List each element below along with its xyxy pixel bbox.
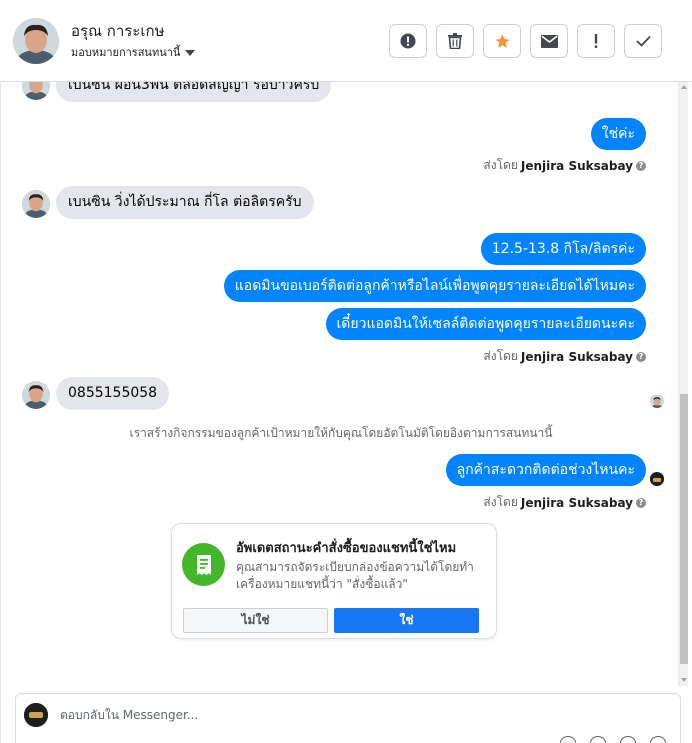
emoji-icon[interactable]	[560, 736, 576, 743]
order-status-card: อัพเดตสถานะคำสั่งซื้อของแชทนี้ใช่ไหม คุณ…	[171, 523, 497, 639]
assign-label: มอบหมายการสนทนานี้	[71, 46, 181, 59]
sent-by-label: ส่งโดย Jenjira Suksabay ?	[483, 156, 646, 175]
help-icon[interactable]: ?	[636, 497, 646, 508]
sender-avatar	[22, 82, 50, 100]
page-avatar	[24, 703, 48, 727]
trash-icon	[448, 33, 462, 49]
sent-by-prefix: ส่งโดย	[483, 349, 518, 363]
sender-name: Jenjira Suksabay	[520, 349, 633, 364]
mark-unread-button[interactable]	[530, 24, 568, 58]
system-note: เราสร้างกิจกรรมของลูกค้าเป้าหมายให้กับคุ…	[129, 426, 553, 440]
incoming-message: 0855155058	[56, 377, 170, 410]
page-avatar	[650, 472, 664, 486]
contact-name: อรุณ การะเกษ	[71, 22, 165, 40]
star-icon	[494, 33, 510, 48]
incoming-message: เบนซิน ผ่อน3พัน ตลอดสัญญา รอบาวครับ	[56, 82, 332, 102]
check-icon	[635, 35, 651, 47]
sent-by-prefix: ส่งโดย	[483, 495, 518, 509]
assign-conversation-dropdown[interactable]: มอบหมายการสนทนานี้	[71, 43, 196, 61]
outgoing-message: ใช่ค่ะ	[590, 118, 646, 150]
seen-indicator-avatar	[650, 394, 664, 408]
spam-icon	[400, 33, 416, 49]
follow-up-button[interactable]	[577, 24, 615, 58]
card-title: อัพเดตสถานะคำสั่งซื้อของแชทนี้ใช่ไหม	[236, 541, 457, 556]
scroll-up-arrow-icon[interactable]	[681, 85, 687, 89]
image-icon[interactable]	[620, 736, 636, 743]
composer-area: ตอบกลับใน Messenger...	[0, 686, 692, 743]
sticker-icon[interactable]	[650, 736, 666, 743]
sent-by-label: ส่งโดย Jenjira Suksabay ?	[483, 493, 646, 512]
card-description: คุณสามารถจัดระเบียบกล่องข้อความได้โดยทำเ…	[236, 560, 474, 591]
outgoing-message: ลูกค้าสะดวกติดต่อช่วงไหนคะ	[445, 454, 646, 486]
reply-input[interactable]: ตอบกลับใน Messenger...	[60, 706, 198, 725]
sender-avatar	[22, 190, 50, 218]
help-icon[interactable]: ?	[636, 160, 646, 171]
attachment-icon[interactable]	[590, 736, 606, 743]
sender-name: Jenjira Suksabay	[520, 495, 633, 510]
scroll-down-arrow-icon[interactable]	[681, 678, 687, 682]
reply-composer[interactable]: ตอบกลับใน Messenger...	[15, 693, 681, 743]
scroll-thumb[interactable]	[680, 394, 688, 664]
incoming-message: เบนซิน วิ่งได้ประมาณ กี่โล ต่อลิตรครับ	[56, 186, 314, 219]
composer-tools	[560, 736, 666, 743]
receipt-icon	[182, 543, 225, 586]
exclamation-icon	[594, 34, 598, 48]
message-thread: เบนซิน ผ่อน3พัน ตลอดสัญญา รอบาวครับ ใช่ค…	[0, 82, 692, 686]
mail-icon	[540, 34, 558, 48]
delete-button[interactable]	[436, 24, 474, 58]
sent-by-label: ส่งโดย Jenjira Suksabay ?	[483, 347, 646, 366]
help-icon[interactable]: ?	[636, 351, 646, 362]
confirm-button[interactable]: ใช่	[334, 608, 479, 633]
outgoing-message: เดี๋ยวแอดมินให้เซลล์ติดต่อพูดคุยรายละเอี…	[325, 308, 646, 340]
conversation-header: อรุณ การะเกษ มอบหมายการสนทนานี้	[0, 0, 692, 82]
sent-by-prefix: ส่งโดย	[483, 158, 518, 172]
decline-button[interactable]: ไม่ใช่	[183, 608, 328, 633]
sender-name: Jenjira Suksabay	[520, 158, 633, 173]
caret-down-icon	[185, 49, 196, 56]
chat-scrollbar[interactable]	[678, 82, 688, 686]
outgoing-message: 12.5-13.8 กิโล/ลิตรค่ะ	[480, 233, 646, 265]
sender-avatar	[22, 381, 50, 409]
mark-done-button[interactable]	[624, 24, 662, 58]
outgoing-message: แอดมินขอเบอร์ติดต่อลูกค้าหรือไลน์เพื่อพู…	[223, 270, 646, 302]
mark-spam-button[interactable]	[389, 24, 427, 58]
star-button[interactable]	[483, 24, 521, 58]
header-actions	[389, 24, 662, 58]
contact-avatar[interactable]	[13, 18, 59, 64]
